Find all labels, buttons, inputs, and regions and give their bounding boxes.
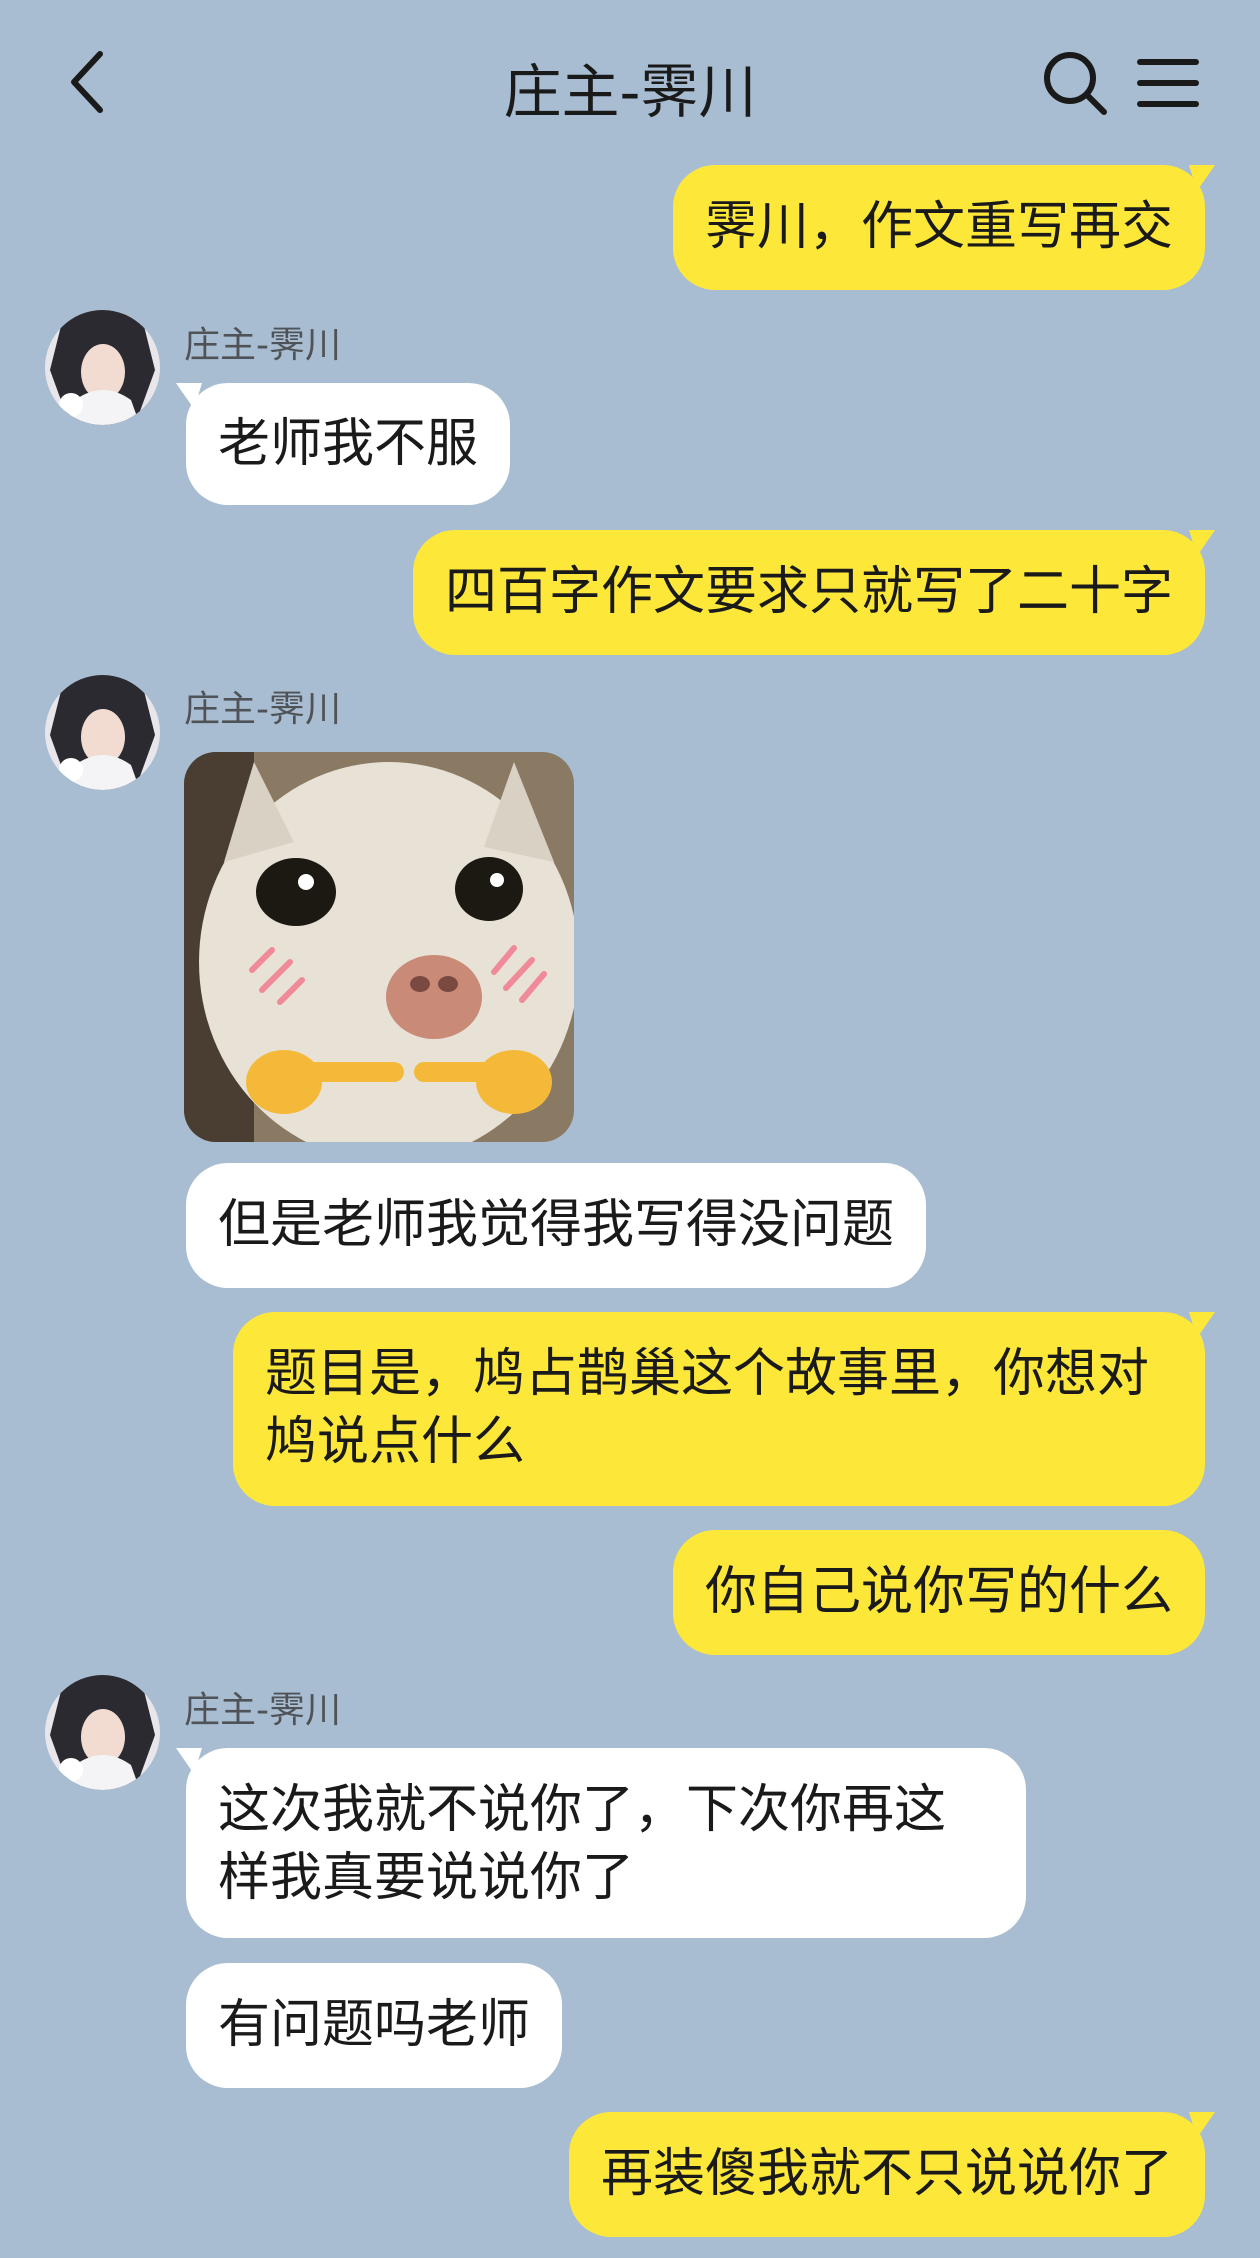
sender-name: 庄主-霁川: [184, 325, 341, 366]
message-bubble-other[interactable]: 但是老师我觉得我写得没问题: [186, 1163, 927, 1288]
message-bubble-self[interactable]: 霁川，作文重写再交: [672, 165, 1215, 290]
menu-button[interactable]: [1136, 52, 1200, 114]
avatar[interactable]: [45, 1675, 160, 1790]
avatar-image: [45, 1675, 160, 1790]
bubble-tail: [176, 383, 202, 409]
bubble-tail: [1189, 1312, 1215, 1338]
message-text: 再装傻我就不只说说你了: [600, 2144, 1173, 2204]
message-text: 有问题吗老师: [218, 1995, 531, 2055]
search-icon: [1044, 52, 1107, 115]
message-text: 题目是，鸠占鹊巢这个故事里，你想对鸠说点什么: [265, 1344, 1150, 1472]
message-text: 但是老师我觉得我写得没问题: [218, 1195, 895, 1255]
search-button[interactable]: [1040, 48, 1110, 118]
bubble-tail: [1189, 2112, 1215, 2138]
message-bubble-self[interactable]: 你自己说你写的什么: [672, 1530, 1205, 1655]
avatar[interactable]: [45, 310, 160, 425]
menu-icon: [1137, 59, 1199, 107]
avatar[interactable]: [45, 675, 160, 790]
message-bubble-self[interactable]: 再装傻我就不只说说你了: [568, 2112, 1215, 2237]
sender-name: 庄主-霁川: [184, 1690, 341, 1731]
sender-name: 庄主-霁川: [184, 689, 341, 730]
message-bubble-other[interactable]: 这次我就不说你了，下次你再这样我真要说说你了: [176, 1748, 1026, 1938]
bubble-tail: [1189, 165, 1215, 191]
bubble-tail: [176, 1748, 202, 1774]
cat-sticker-icon: [184, 752, 574, 1142]
sticker-image[interactable]: [184, 752, 574, 1142]
message-text: 你自己说你写的什么: [704, 1562, 1173, 1622]
avatar-image: [45, 675, 160, 790]
message-bubble-other[interactable]: 老师我不服: [176, 383, 511, 505]
message-bubble-other[interactable]: 有问题吗老师: [186, 1963, 563, 2088]
avatar-image: [45, 310, 160, 425]
message-text: 这次我就不说你了，下次你再这样我真要说说你了: [218, 1780, 947, 1908]
chat-header: 庄主-霁川: [0, 0, 1260, 165]
message-text: 老师我不服: [218, 414, 479, 474]
message-text: 四百字作文要求只就写了二十字: [444, 562, 1173, 622]
message-bubble-self[interactable]: 题目是，鸠占鹊巢这个故事里，你想对鸠说点什么: [233, 1312, 1215, 1506]
message-text: 霁川，作文重写再交: [704, 197, 1173, 257]
bubble-tail: [1189, 530, 1215, 556]
message-bubble-self[interactable]: 四百字作文要求只就写了二十字: [412, 530, 1215, 655]
